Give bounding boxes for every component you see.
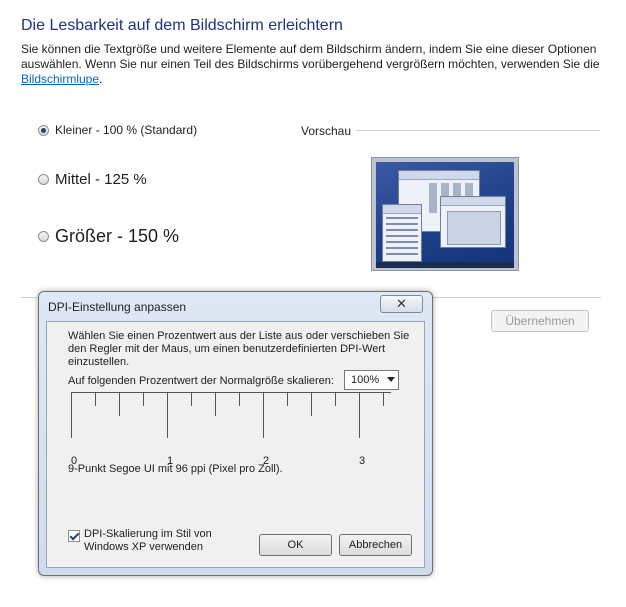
ruler-major-tick: [359, 392, 360, 438]
ruler-minor-tick: [95, 392, 96, 406]
preview-label: Vorschau: [301, 124, 352, 138]
scale-dropdown[interactable]: 100%: [344, 370, 399, 390]
ruler-mid-tick: [311, 392, 312, 416]
ruler-major-tick: [263, 392, 264, 438]
ruler-mid-tick: [119, 392, 120, 416]
page-title: Die Lesbarkeit auf dem Bildschirm erleic…: [21, 17, 343, 34]
cancel-button[interactable]: Abbrechen: [339, 534, 412, 556]
ruler-minor-tick: [383, 392, 384, 406]
ruler-minor-tick: [143, 392, 144, 406]
xp-scaling-label: DPI-Skalierung im Stil von Windows XP ve…: [84, 528, 212, 553]
ruler-minor-tick: [191, 392, 192, 406]
ruler-mid-tick: [215, 392, 216, 416]
dialog-instructions: Wählen Sie einen Prozentwert aus der Lis…: [68, 330, 410, 368]
dpi-dialog: DPI-Einstellung anpassen ✕ Wählen Sie ei…: [38, 291, 433, 576]
scale-label: Auf folgenden Prozentwert der Normalgröß…: [68, 375, 334, 387]
option-small-label: Kleiner - 100 % (Standard): [55, 123, 198, 137]
option-large-label: Größer - 150 %: [55, 226, 180, 246]
preview-taskbar: [376, 262, 514, 268]
ruler-minor-tick: [239, 392, 240, 406]
option-large[interactable]: Größer - 150 %: [38, 226, 179, 247]
ruler-minor-tick: [335, 392, 336, 406]
dialog-body: Wählen Sie einen Prozentwert aus der Lis…: [46, 321, 425, 568]
font-info-text: 9-Punkt Segoe UI mit 96 ppi (Pixel pro Z…: [68, 463, 283, 475]
preview-window-front: [440, 196, 506, 248]
radio-small[interactable]: [38, 124, 49, 136]
preview-window-list: [382, 204, 422, 262]
description-suffix: .: [99, 72, 103, 86]
ok-button[interactable]: OK: [259, 534, 332, 556]
radio-medium[interactable]: [38, 174, 49, 185]
ruler-major-tick: [167, 392, 168, 438]
radio-large[interactable]: [38, 231, 49, 242]
ruler-major-tick: [71, 392, 72, 438]
chevron-down-icon: [387, 377, 395, 382]
close-button[interactable]: ✕: [380, 295, 423, 313]
dpi-ruler[interactable]: 0 1 2 3: [71, 392, 401, 472]
close-icon: ✕: [396, 296, 407, 311]
page-description: Sie können die Textgröße und weitere Ele…: [21, 42, 607, 87]
xp-scaling-option[interactable]: DPI-Skalierung im Stil von Windows XP ve…: [68, 528, 214, 554]
ruler-label-3: 3: [359, 455, 366, 467]
dialog-title: DPI-Einstellung anpassen: [48, 300, 187, 314]
preview-divider: [356, 130, 600, 131]
apply-button[interactable]: Übernehmen: [491, 310, 589, 332]
scale-value: 100%: [351, 374, 380, 386]
xp-scaling-checkbox[interactable]: [68, 530, 80, 542]
option-medium[interactable]: Mittel - 125 %: [38, 171, 147, 188]
option-small[interactable]: Kleiner - 100 % (Standard): [38, 123, 197, 137]
option-medium-label: Mittel - 125 %: [55, 171, 147, 188]
ruler-minor-tick: [287, 392, 288, 406]
preview-image: [371, 157, 519, 271]
magnifier-link[interactable]: Bildschirmlupe: [21, 72, 99, 86]
description-text: Sie können die Textgröße und weitere Ele…: [21, 42, 600, 71]
preview-desktop: [376, 162, 514, 262]
